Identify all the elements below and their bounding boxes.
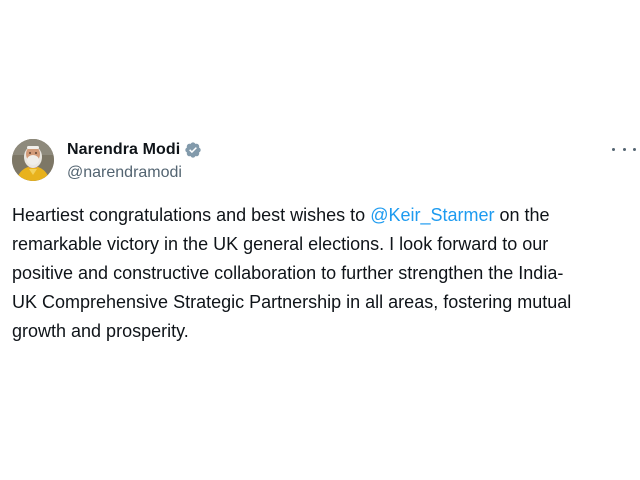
avatar[interactable]	[12, 139, 54, 181]
more-horizontal-icon-dot	[622, 147, 626, 151]
more-horizontal-icon-dot	[633, 147, 636, 151]
tweet-text-segment: on the	[494, 205, 550, 225]
tweet-text-segment: Heartiest congratulations and best wishe…	[12, 205, 371, 225]
more-options-button[interactable]	[612, 139, 636, 159]
author-info: Narendra Modi @narendramodi	[67, 139, 202, 182]
author-name-row: Narendra Modi	[67, 139, 202, 161]
tweet-text-line: Heartiest congratulations and best wishe…	[12, 201, 636, 230]
mention-link[interactable]: @Keir_Starmer	[370, 205, 494, 225]
tweet-text-line: positive and constructive collaboration …	[12, 263, 564, 283]
tweet-text-line: UK Comprehensive Strategic Partnership i…	[12, 292, 572, 312]
avatar-image	[12, 139, 54, 181]
tweet-text-line: remarkable victory in the UK general ele…	[12, 234, 549, 254]
more-horizontal-icon-dot	[612, 147, 615, 151]
tweet-text-line: growth and prosperity.	[12, 321, 189, 341]
verified-badge-icon	[185, 142, 202, 158]
tweet-text: Heartiest congratulations and best wishe…	[12, 201, 636, 346]
tweet-card: Narendra Modi @narendramodi Heartiest co…	[0, 0, 640, 480]
author-display-name[interactable]: Narendra Modi	[67, 141, 180, 159]
author-handle[interactable]: @narendramodi	[67, 164, 202, 182]
